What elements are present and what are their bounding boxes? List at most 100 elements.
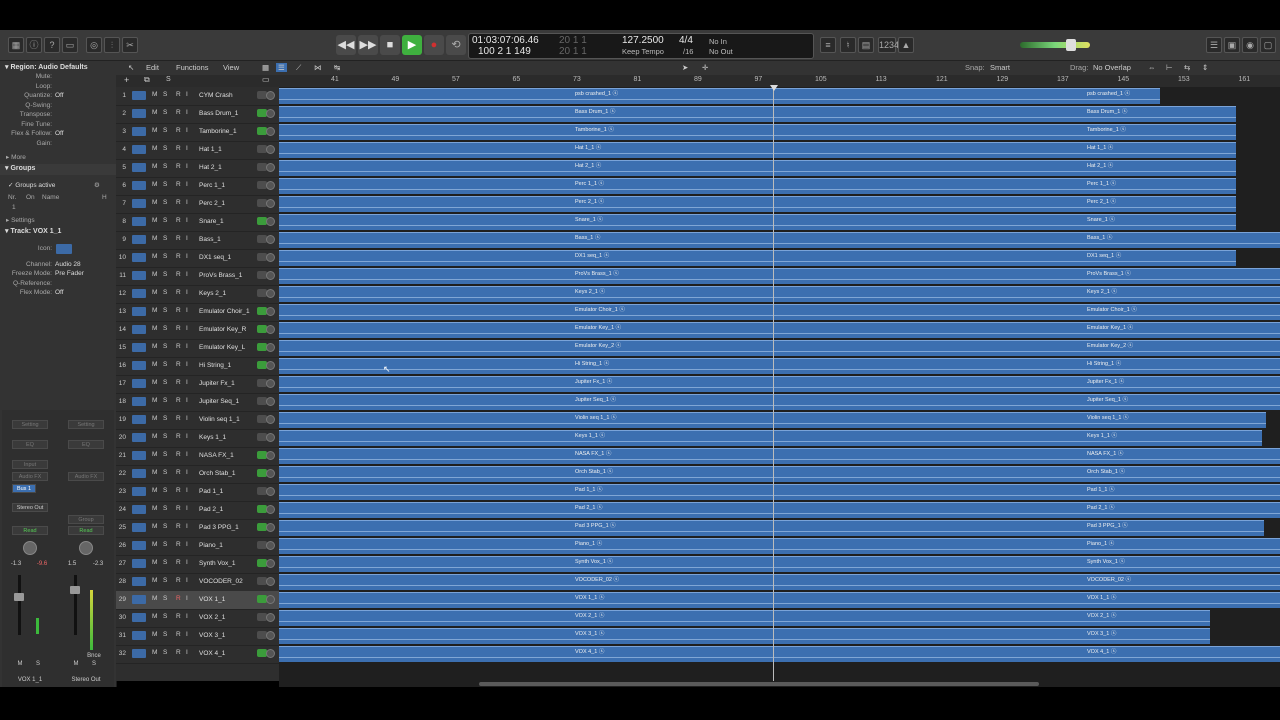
mute-button[interactable]: M (152, 469, 157, 476)
input-monitor-button[interactable]: I (186, 127, 188, 134)
record-enable-button[interactable]: R (176, 145, 181, 152)
groups-header[interactable]: ▾ Groups (0, 164, 116, 175)
record-enable-button[interactable]: R (176, 343, 181, 350)
mute-button[interactable]: M (152, 487, 157, 494)
record-enable-button[interactable]: R (176, 217, 181, 224)
volume-fader-track[interactable] (18, 575, 21, 635)
input-monitor-button[interactable]: I (186, 415, 188, 422)
solo-button[interactable]: S (163, 235, 167, 242)
eq-button-output[interactable]: EQ (68, 440, 104, 449)
solo-button[interactable]: S (30, 661, 46, 667)
track-volume-knob[interactable] (266, 487, 275, 496)
track-header[interactable]: 23 MS RI Pad 1_1 (116, 483, 279, 502)
mute-button[interactable]: M (152, 433, 157, 440)
secondary-tool-icon[interactable]: ✛ (702, 63, 708, 72)
track-name[interactable]: Jupiter Seq_1 (199, 398, 239, 405)
audio-region[interactable]: Tamborine_1 ⓢ Tamborine_1 ⓢ (279, 124, 1236, 140)
track-volume-knob[interactable] (266, 433, 275, 442)
record-enable-button[interactable]: R (176, 379, 181, 386)
mute-button[interactable]: M (152, 253, 157, 260)
track-name[interactable]: Emulator Key_L (199, 344, 245, 351)
toolbar-toggle-icon[interactable]: ▭ (62, 37, 78, 53)
track-volume-knob[interactable] (266, 613, 275, 622)
input-monitor-button[interactable]: I (186, 91, 188, 98)
input-button[interactable]: Input (12, 460, 48, 469)
solo-button[interactable]: S (163, 397, 167, 404)
audio-region[interactable]: VOX 1_1 ⓢ VOX 1_1 ⓢ (279, 592, 1280, 608)
track-header[interactable]: 13 MS RI Emulator Choir_1 (116, 303, 279, 322)
lcd-division[interactable]: /16 (683, 47, 693, 56)
track-header[interactable]: 22 MS RI Orch Stab_1 (116, 465, 279, 484)
record-enable-button[interactable]: R (176, 595, 181, 602)
audio-region[interactable]: Jupiter Fx_1 ⓢ Jupiter Fx_1 ⓢ (279, 376, 1280, 392)
track-header[interactable]: 20 MS RI Keys 1_1 (116, 429, 279, 448)
input-monitor-button[interactable]: I (186, 361, 188, 368)
track-inspector-header[interactable]: ▾ Track: VOX 1_1 (0, 227, 116, 238)
input-monitor-button[interactable]: I (186, 289, 188, 296)
track-name[interactable]: Tamborine_1 (199, 128, 237, 135)
track-volume-knob[interactable] (266, 559, 275, 568)
track-volume-knob[interactable] (266, 397, 275, 406)
mute-button[interactable]: M (152, 163, 157, 170)
track-volume-knob[interactable] (266, 109, 275, 118)
track-header[interactable]: 7 MS RI Perc 2_1 (116, 195, 279, 214)
mute-button[interactable]: M (152, 379, 157, 386)
groups-gear-icon[interactable]: ⚙ (94, 181, 100, 189)
track-header[interactable]: 9 MS RI Bass_1 (116, 231, 279, 250)
track-header[interactable]: 18 MS RI Jupiter Seq_1 (116, 393, 279, 412)
track-header[interactable]: 4 MS RI Hat 1_1 (116, 141, 279, 160)
lcd-signature[interactable]: 4/4 (679, 35, 693, 46)
mute-button[interactable]: M (152, 307, 157, 314)
editors-icon[interactable]: ✂ (122, 37, 138, 53)
browser-icon[interactable]: ▣ (1224, 37, 1240, 53)
track-header[interactable]: 16 MS RI Hi String_1 (116, 357, 279, 376)
track-name[interactable]: VOCODER_02 (199, 578, 243, 585)
grid-view-icon[interactable]: ▦ (262, 63, 269, 72)
track-name[interactable]: CYM Crash (199, 92, 233, 99)
audio-region[interactable]: ProVs Brass_1 ⓢ ProVs Brass_1 ⓢ (279, 268, 1280, 284)
record-enable-button[interactable]: R (176, 235, 181, 242)
solo-button[interactable]: S (163, 199, 167, 206)
audio-region[interactable]: Pad 1_1 ⓢ Pad 1_1 ⓢ (279, 484, 1280, 500)
record-enable-button[interactable]: R (176, 127, 181, 134)
record-enable-button[interactable]: R (176, 253, 181, 260)
mute-button[interactable]: M (152, 595, 157, 602)
counter-display[interactable]: 1234 (878, 37, 899, 53)
audio-region[interactable]: Emulator Key_2 ⓢ Emulator Key_2 ⓢ (279, 340, 1280, 356)
stop-button[interactable]: ■ (380, 35, 400, 55)
catch-icon[interactable]: ↹ (334, 63, 340, 72)
mute-button[interactable]: M (152, 361, 157, 368)
solo-button[interactable]: S (163, 253, 167, 260)
drag-select[interactable]: No Overlap (1093, 63, 1131, 72)
audio-region[interactable]: VOCODER_02 ⓢ VOCODER_02 ⓢ (279, 574, 1280, 590)
solo-button[interactable]: S (163, 379, 167, 386)
audio-fx-slot[interactable]: Audio FX (12, 472, 48, 481)
mute-button[interactable]: M (152, 289, 157, 296)
input-monitor-button[interactable]: I (186, 487, 188, 494)
input-monitor-button[interactable]: I (186, 595, 188, 602)
solo-button[interactable]: S (163, 217, 167, 224)
zoom-horizontal-icon[interactable]: ⇆ (1184, 63, 1190, 72)
record-enable-button[interactable]: R (176, 541, 181, 548)
library-icon[interactable]: ▦ (8, 37, 24, 53)
input-monitor-button[interactable]: I (186, 271, 188, 278)
audio-region[interactable]: Keys 1_1 ⓢ Keys 1_1 ⓢ (279, 430, 1262, 446)
track-volume-knob[interactable] (266, 91, 275, 100)
automation-mode-output[interactable]: Read (68, 526, 104, 535)
solo-button[interactable]: S (163, 127, 167, 134)
metronome-icon[interactable]: ▲ (898, 37, 914, 53)
mute-button[interactable]: M (152, 397, 157, 404)
mute-button[interactable]: M (152, 523, 157, 530)
track-header[interactable]: 29 MS RI VOX 1_1 (116, 591, 279, 610)
mute-button[interactable]: M (12, 661, 28, 667)
track-header[interactable]: 15 MS RI Emulator Key_L (116, 339, 279, 358)
solo-button[interactable]: S (163, 487, 167, 494)
input-monitor-button[interactable]: I (186, 397, 188, 404)
fit-icon[interactable]: ⊢ (1166, 63, 1173, 72)
mute-button[interactable]: M (152, 631, 157, 638)
track-volume-knob[interactable] (266, 631, 275, 640)
more-disclosure[interactable]: ▸ More (6, 153, 26, 161)
track-volume-knob[interactable] (266, 649, 275, 658)
audio-region[interactable]: Hi String_1 ⓢ Hi String_1 ⓢ (279, 358, 1280, 374)
track-header[interactable]: 24 MS RI Pad 2_1 (116, 501, 279, 520)
